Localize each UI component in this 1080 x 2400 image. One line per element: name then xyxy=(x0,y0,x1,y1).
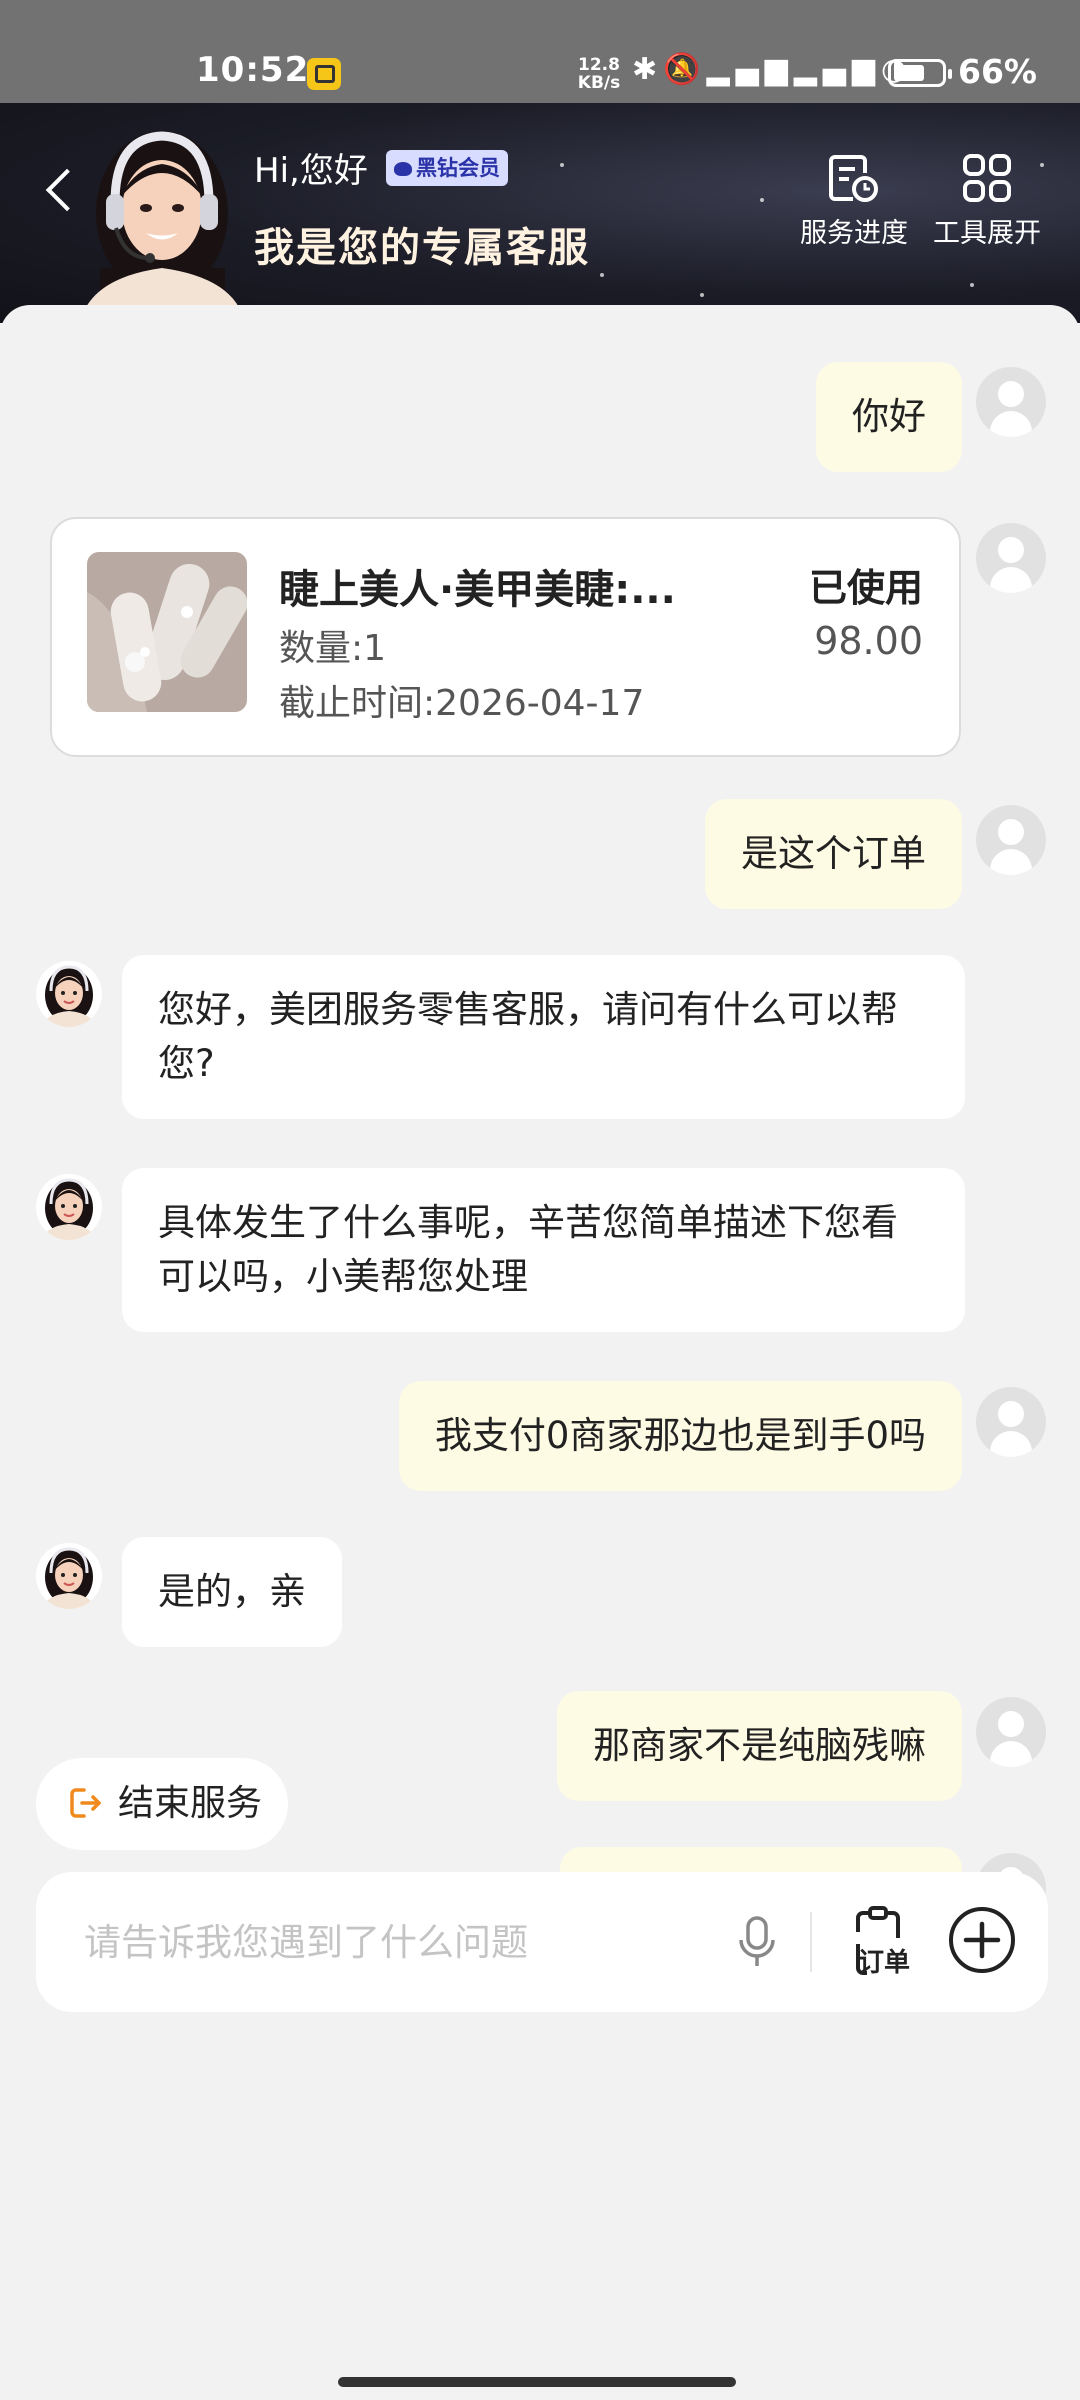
agent-avatar xyxy=(36,1543,102,1609)
user-message: 你好 xyxy=(816,362,962,472)
header-title: 我是您的专属客服 xyxy=(254,225,590,271)
order-thumbnail xyxy=(87,552,247,712)
user-message: 是这个订单 xyxy=(705,799,962,909)
order-card[interactable]: 睫上美人·美甲美睫:... 数量:1 截止时间:2026-04-17 已使用 9… xyxy=(50,517,961,757)
order-deadline: 截止时间:2026-04-17 xyxy=(279,683,645,724)
chat-header: Hi,您好 黑钻会员 我是您的专属客服 服务进度 工具展开 xyxy=(0,103,1080,323)
agent-avatar xyxy=(36,961,102,1027)
agent-message: 您好，美团服务零售客服，请问有什么可以帮您? xyxy=(122,955,965,1119)
chat-area[interactable]: 你好 睫上美人·美甲美睫:... 数量:1 截止时间:2026-04-17 已使… xyxy=(0,305,1080,2400)
microphone-icon[interactable] xyxy=(732,1912,782,1972)
battery-percent: 66% xyxy=(958,52,1037,91)
order-button[interactable]: 订单 xyxy=(844,1902,924,1982)
agent-message: 具体发生了什么事呢，辛苦您简单描述下您看可以吗，小美帮您处理 xyxy=(122,1168,965,1332)
order-quantity: 数量:1 xyxy=(279,628,387,669)
divider xyxy=(810,1912,812,1972)
user-avatar xyxy=(976,367,1046,437)
vip-badge: 黑钻会员 xyxy=(386,150,508,186)
end-service-button[interactable]: 结束服务 xyxy=(36,1758,289,1850)
status-icons: ✱🔕▂▄▆▂▄▆◔ xyxy=(632,52,913,87)
agent-avatar xyxy=(36,1174,102,1240)
user-avatar xyxy=(976,805,1046,875)
diamond-icon xyxy=(394,162,412,176)
agent-avatar-large xyxy=(80,131,245,323)
notification-app-icon xyxy=(307,58,341,90)
message-input-bar: 订单 xyxy=(36,1872,1048,2012)
user-avatar xyxy=(976,1697,1046,1767)
mute-icon: 🔕 xyxy=(663,52,707,87)
user-message: 那商家不是纯脑残嘛 xyxy=(557,1691,962,1801)
order-button-label: 订单 xyxy=(858,1948,911,1978)
order-status: 已使用 xyxy=(808,566,923,610)
service-progress-icon xyxy=(829,155,878,202)
order-title: 睫上美人·美甲美睫:... xyxy=(279,567,676,613)
exit-icon xyxy=(70,1788,101,1818)
plus-icon[interactable] xyxy=(946,1904,1018,1976)
agent-message: 是的，亲 xyxy=(122,1537,342,1647)
hd-signal-icon: ▂▄▆ xyxy=(706,52,794,87)
grid-icon xyxy=(963,154,1011,202)
user-message: 我支付0商家那边也是到手0吗 xyxy=(398,1381,962,1491)
battery-icon xyxy=(888,59,952,87)
home-indicator[interactable] xyxy=(338,2377,736,2387)
bluetooth-icon: ✱ xyxy=(632,52,664,87)
status-time: 10:52 xyxy=(196,50,310,90)
user-avatar xyxy=(976,1387,1046,1457)
hd-signal-icon: ▂▄▆ xyxy=(793,52,881,87)
status-bar: 10:52 12.8 KB/s ✱🔕▂▄▆▂▄▆◔ 66% xyxy=(0,0,1080,103)
greeting-text: Hi,您好 xyxy=(254,151,368,191)
user-avatar xyxy=(976,523,1046,593)
service-progress-button[interactable]: 服务进度 xyxy=(794,151,914,250)
network-speed: 12.8 KB/s xyxy=(577,55,621,93)
order-price: 98.00 xyxy=(814,619,923,663)
tool-expand-button[interactable]: 工具展开 xyxy=(927,151,1047,250)
message-input[interactable] xyxy=(84,1910,704,1974)
